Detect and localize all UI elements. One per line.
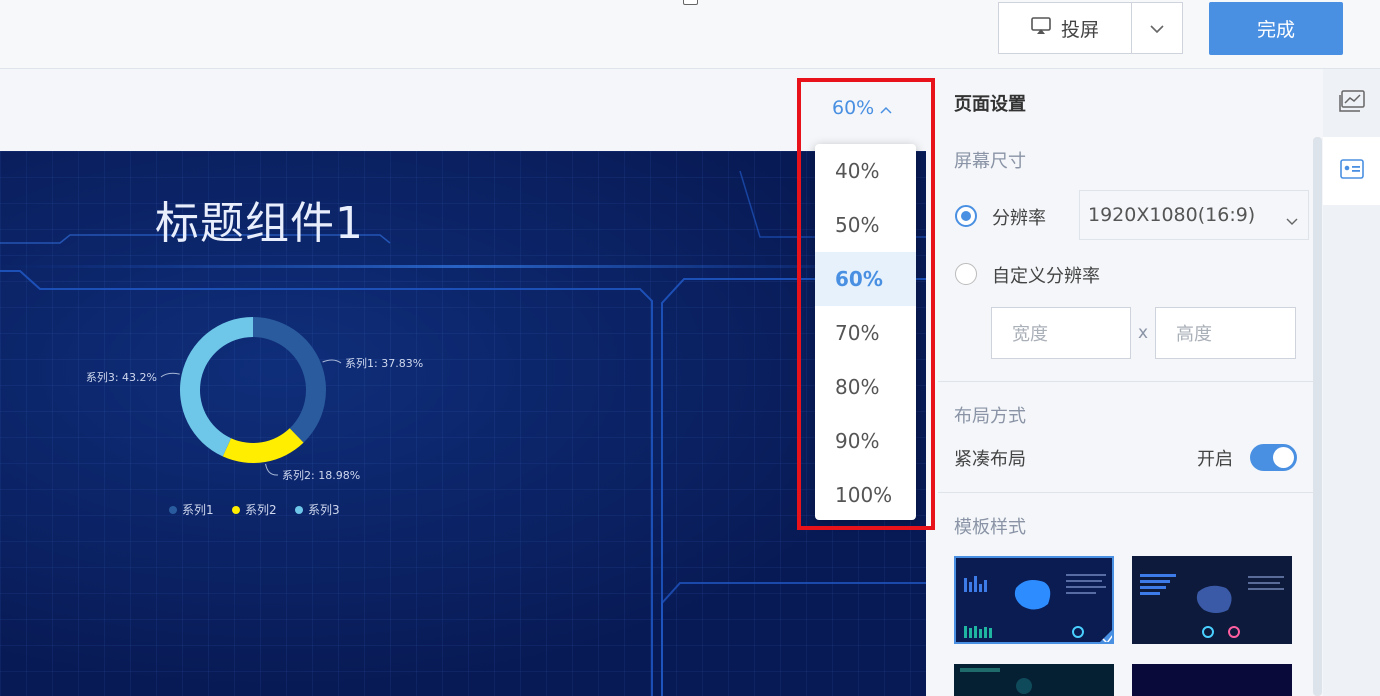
legend-entry[interactable]: 系列3 — [308, 503, 340, 517]
side-tab-bar — [1323, 69, 1380, 696]
compact-toggle-label: 开启 — [1197, 449, 1233, 470]
side-tab-chart[interactable] — [1323, 69, 1380, 137]
resolution-radio[interactable] — [955, 205, 977, 227]
cast-label: 投屏 — [1060, 18, 1099, 41]
compact-layout-label: 紧凑布局 — [954, 449, 1026, 470]
zoom-option[interactable]: 60% — [815, 252, 916, 306]
resolution-select[interactable]: 1920X1080(16:9) — [1079, 190, 1309, 240]
template-thumbnail-1[interactable] — [954, 556, 1114, 644]
id-card-icon — [1339, 159, 1364, 183]
layout-title: 布局方式 — [954, 406, 1026, 427]
dimension-separator: x — [1138, 323, 1149, 343]
panel-scrollbar[interactable] — [1313, 137, 1322, 696]
zoom-option[interactable]: 100% — [815, 468, 916, 522]
zoom-option[interactable]: 40% — [815, 144, 916, 198]
zoom-option[interactable]: 70% — [815, 306, 916, 360]
screen-size-title: 屏幕尺寸 — [954, 151, 1026, 172]
legend-marker — [232, 506, 240, 514]
panel-title: 页面设置 — [954, 94, 1026, 115]
window-handle — [683, 0, 698, 5]
donut-slice[interactable] — [180, 317, 253, 457]
template-title: 模板样式 — [954, 517, 1026, 538]
donut-slice[interactable] — [253, 317, 327, 443]
template-thumbnail-3[interactable] — [954, 664, 1114, 696]
dashboard-title: 标题组件1 — [155, 198, 364, 249]
zoom-option[interactable]: 80% — [815, 360, 916, 414]
done-button[interactable]: 完成 — [1209, 2, 1343, 55]
zoom-option[interactable]: 50% — [815, 198, 916, 252]
legend-marker — [169, 506, 177, 514]
cast-icon — [1031, 16, 1051, 40]
zoom-dropdown-toggle[interactable]: 60% — [832, 97, 892, 119]
label-leader-line — [265, 463, 279, 476]
compact-layout-toggle[interactable] — [1250, 444, 1297, 471]
resolution-value: 1920X1080(16:9) — [1088, 204, 1256, 226]
legend-marker — [295, 506, 303, 514]
side-tab-page-settings[interactable] — [1323, 137, 1380, 205]
top-toolbar: 投屏 完成 — [0, 0, 1380, 69]
custom-resolution-radio[interactable] — [955, 263, 977, 285]
chevron-down-icon — [1286, 209, 1298, 231]
zoom-dropdown-menu: 40% 50% 60% 70% 80% 90% 100% — [815, 144, 916, 520]
template-thumbnail-2[interactable] — [1132, 556, 1292, 644]
cast-button-group: 投屏 — [998, 2, 1183, 54]
chevron-up-icon — [880, 97, 892, 119]
custom-resolution-label: 自定义分辨率 — [992, 266, 1100, 287]
height-input[interactable]: 高度 — [1155, 307, 1296, 359]
zoom-current-value: 60% — [832, 97, 875, 119]
cast-dropdown-button[interactable] — [1132, 3, 1182, 53]
chevron-down-icon — [1150, 19, 1164, 38]
section-divider — [938, 492, 1313, 493]
data-label: 系列3: 43.2% — [86, 370, 157, 384]
resolution-label: 分辨率 — [992, 208, 1046, 229]
label-leader-line — [160, 372, 180, 378]
label-leader-line — [322, 359, 342, 364]
dashboard-preview[interactable]: 标题组件1 系列1: 37.83% 系列2: 18.98% 系列3: 43.2% 系列… — [0, 151, 926, 696]
donut-chart: 系列1: 37.83% 系列2: 18.98% 系列3: 43.2% 系列1 系列2 系列… — [86, 317, 423, 517]
donut-slice[interactable] — [222, 428, 304, 463]
zoom-option[interactable]: 90% — [815, 414, 916, 468]
width-input[interactable]: 宽度 — [991, 307, 1131, 359]
data-label: 系列1: 37.83% — [345, 356, 423, 370]
section-divider — [938, 381, 1313, 382]
template-thumbnail-4[interactable] — [1132, 664, 1292, 696]
legend-entry[interactable]: 系列2 — [245, 503, 277, 517]
data-label: 系列2: 18.98% — [282, 468, 360, 482]
chart-image-icon — [1338, 90, 1365, 116]
legend-entry[interactable]: 系列1 — [182, 503, 214, 517]
cast-button[interactable]: 投屏 — [999, 3, 1132, 53]
